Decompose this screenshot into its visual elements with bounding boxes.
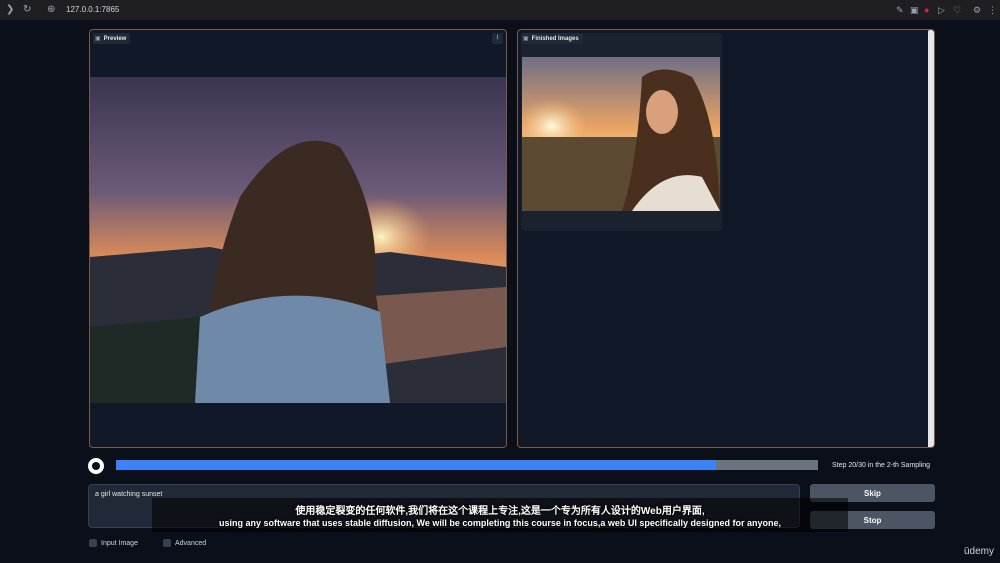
preview-panel: ▣ Preview ⭳ [89, 29, 507, 448]
edit-icon[interactable]: ✎ [896, 4, 904, 16]
progress-status: Step 20/30 in the 2-th Sampling [832, 462, 931, 469]
send-icon[interactable]: ▷ [938, 4, 945, 16]
address-bar[interactable]: 127.0.0.1:7865 [66, 4, 119, 16]
subtitle-chinese: 使用稳定裂变的任何软件,我们将在这个课程上专注,这是一个专为所有人设计的Web用… [295, 506, 705, 517]
input-image-checkbox[interactable]: Input Image [89, 539, 138, 547]
back-icon[interactable]: ❯ [6, 4, 14, 16]
extension-icon[interactable]: ⚙ [973, 4, 981, 16]
gallery-thumbnail[interactable]: ▣ Finished Images [521, 33, 722, 231]
site-info-icon[interactable]: ⊕ [47, 4, 55, 16]
gallery-panel: ▣ Finished Images [517, 29, 935, 448]
image-icon: ▣ [95, 36, 101, 42]
loading-spinner-icon [88, 458, 104, 474]
settings-icon[interactable]: ⋮ [988, 4, 997, 16]
heart-icon[interactable]: ♡ [953, 4, 961, 16]
gallery-label: ▣ Finished Images [521, 33, 583, 44]
subtitle-english: using any software that uses stable diff… [219, 518, 781, 528]
finished-image[interactable] [522, 57, 720, 211]
progress-bar [116, 460, 818, 470]
record-icon[interactable]: ● [924, 4, 929, 16]
image-icon: ▣ [523, 36, 529, 42]
preview-image [90, 77, 506, 403]
gallery-scrollbar[interactable] [928, 30, 934, 447]
camera-icon[interactable]: ▣ [910, 4, 919, 16]
brand-logo: ūdemy [963, 546, 994, 557]
progress-fill [116, 460, 716, 470]
reload-icon[interactable]: ↻ [23, 4, 31, 16]
browser-toolbar: ❯ ↻ ⊕ 127.0.0.1:7865 ✎ ▣ ● ▷ ♡ ⚙ ⋮ [0, 0, 1000, 20]
preview-label: ▣ Preview [93, 33, 131, 44]
download-icon[interactable]: ⭳ [492, 33, 503, 44]
advanced-checkbox[interactable]: Advanced [163, 539, 206, 547]
